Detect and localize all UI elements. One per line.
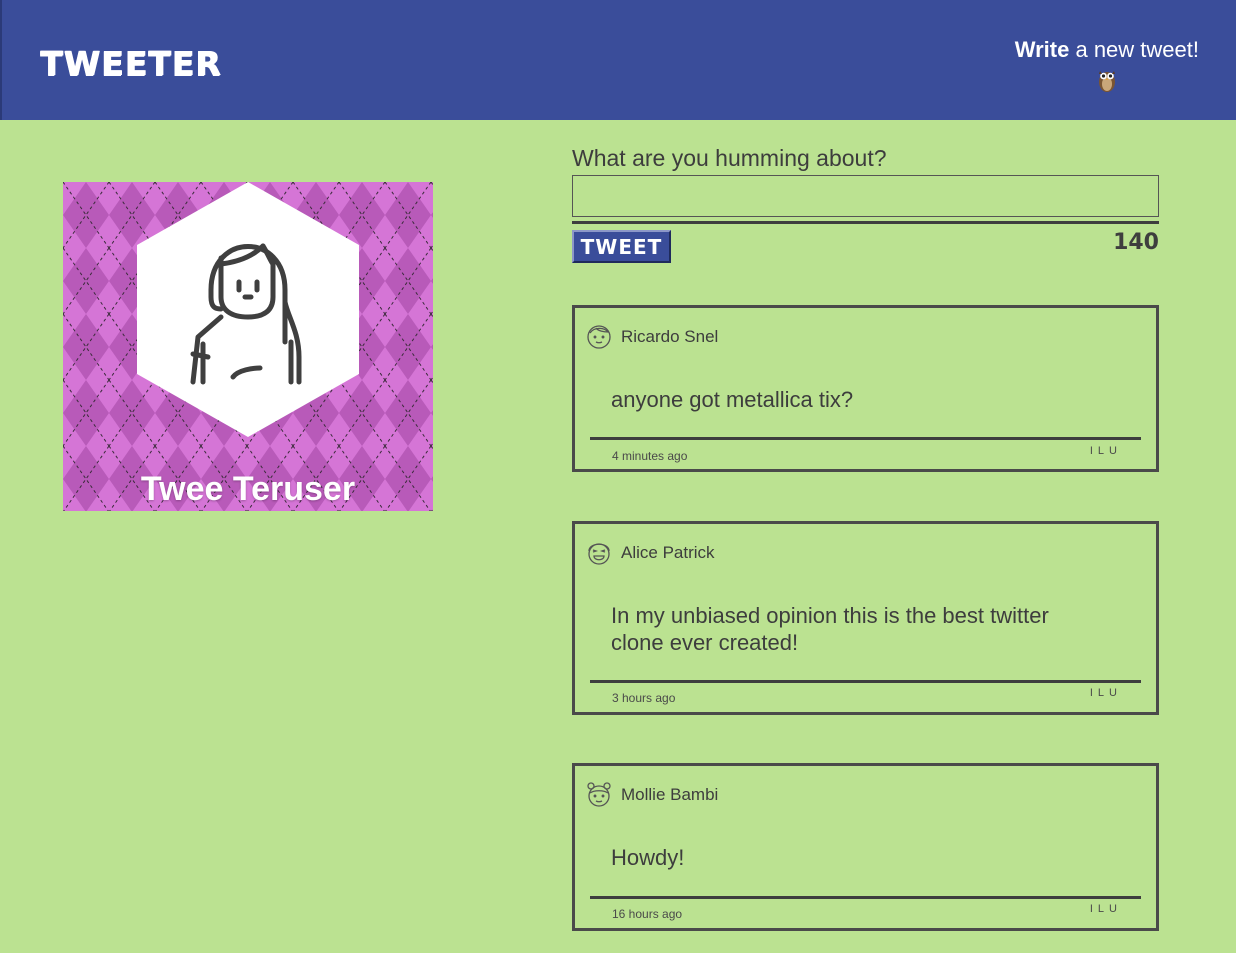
- tweet-divider: [590, 680, 1141, 683]
- face-icon: [587, 325, 611, 349]
- write-new-tweet-link[interactable]: Write a new tweet!: [1015, 37, 1199, 93]
- tweet-divider: [590, 437, 1141, 440]
- tweet-actions: ILU: [1090, 687, 1122, 699]
- tweet-timestamp: 16 hours ago: [612, 907, 683, 921]
- tweet-author[interactable]: Alice Patrick: [621, 543, 715, 563]
- user-avatar-icon: [137, 182, 359, 437]
- tweet-text: Howdy!: [611, 845, 685, 870]
- girl-face-icon: [587, 782, 611, 807]
- tweet-timestamp: 4 minutes ago: [612, 449, 688, 463]
- like-action[interactable]: U: [1109, 445, 1122, 457]
- tweet-timestamp: 3 hours ago: [612, 691, 676, 705]
- retweet-action[interactable]: L: [1098, 687, 1109, 699]
- write-new-tweet-label[interactable]: Write a new tweet!: [1015, 37, 1199, 63]
- tweet-card: Ricardo Snel anyone got metallica tix? 4…: [572, 305, 1159, 472]
- profile-banner: [63, 182, 433, 511]
- owl-icon[interactable]: [1096, 67, 1118, 93]
- character-counter: 140: [1113, 230, 1159, 255]
- tweet-text: In my unbiased opinion this is the best …: [611, 603, 1049, 655]
- like-action[interactable]: U: [1109, 687, 1122, 699]
- compose-label: What are you humming about?: [572, 145, 887, 171]
- laughing-face-icon: [588, 543, 610, 565]
- tweet-actions: ILU: [1090, 903, 1122, 915]
- top-nav: TWEETER Write a new tweet!: [0, 0, 1236, 120]
- write-rest: a new tweet!: [1069, 37, 1199, 62]
- tweet-author[interactable]: Mollie Bambi: [621, 785, 718, 805]
- tweet-button[interactable]: TWEET: [572, 230, 671, 263]
- flag-action[interactable]: I: [1090, 903, 1098, 915]
- tweet-text: anyone got metallica tix?: [611, 387, 854, 412]
- tweet-actions: ILU: [1090, 445, 1122, 457]
- flag-action[interactable]: I: [1090, 687, 1098, 699]
- profile-name: Twee Teruser: [140, 470, 356, 508]
- tweet-author[interactable]: Ricardo Snel: [621, 327, 718, 347]
- compose-divider: [572, 221, 1159, 224]
- write-bold: Write: [1014, 37, 1070, 62]
- like-action[interactable]: U: [1109, 903, 1122, 915]
- brand-logo[interactable]: TWEETER: [40, 44, 221, 83]
- retweet-action[interactable]: L: [1098, 903, 1109, 915]
- tweet-input[interactable]: [572, 175, 1159, 217]
- tweet-card: Mollie Bambi Howdy! 16 hours ago ILU: [572, 763, 1159, 931]
- flag-action[interactable]: I: [1090, 445, 1098, 457]
- tweet-divider: [590, 896, 1141, 899]
- retweet-action[interactable]: L: [1098, 445, 1109, 457]
- tweet-card: Alice Patrick In my unbiased opinion thi…: [572, 521, 1159, 715]
